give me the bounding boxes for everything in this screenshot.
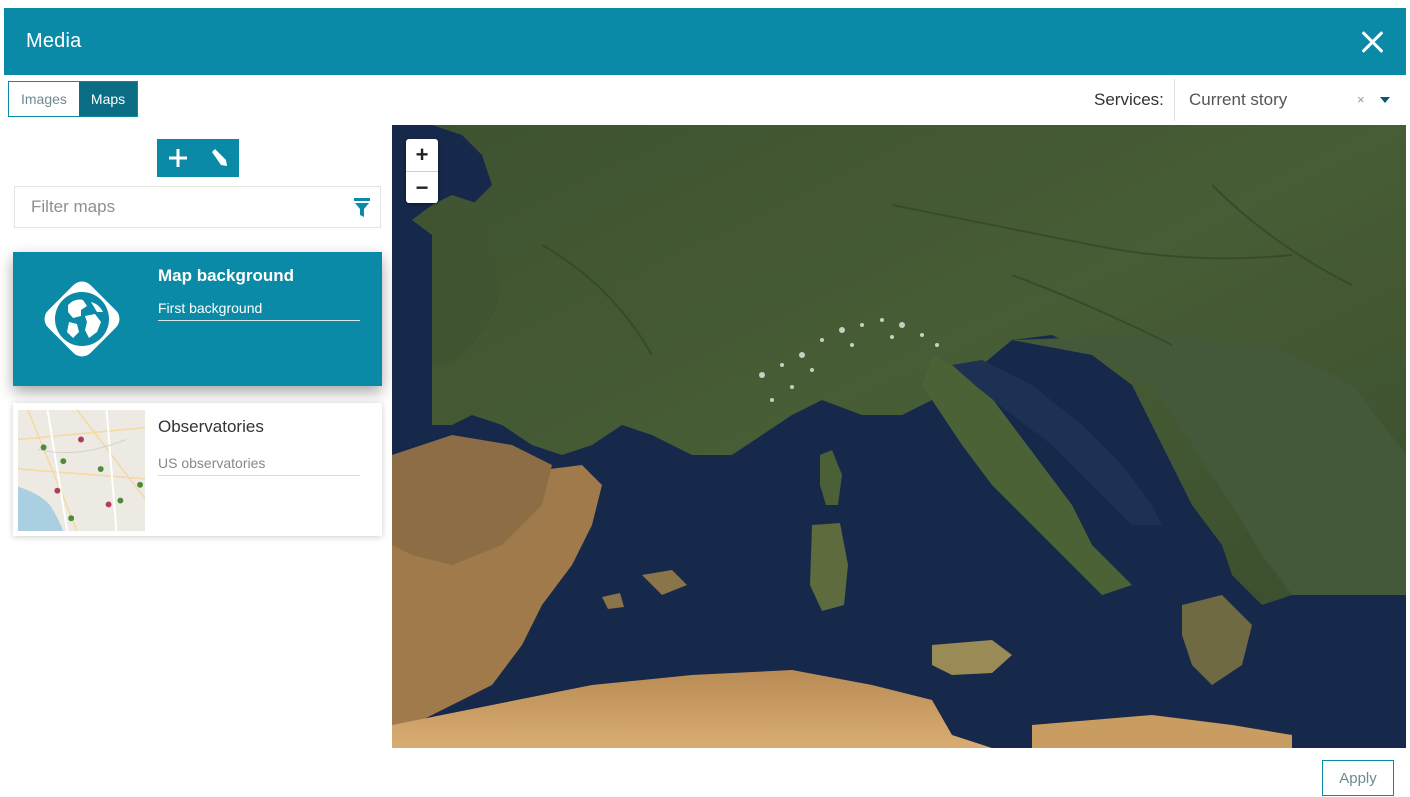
maps-sidebar: Map background First background: [4, 125, 392, 755]
map-preview[interactable]: + −: [392, 125, 1406, 748]
zoom-control: + −: [406, 139, 438, 203]
map-card-description[interactable]: US observatories: [158, 455, 360, 476]
map-card-description[interactable]: First background: [158, 300, 360, 321]
add-map-button[interactable]: [157, 139, 198, 177]
close-icon[interactable]: [1358, 28, 1386, 56]
apply-button[interactable]: Apply: [1322, 760, 1394, 796]
tab-maps[interactable]: Maps: [78, 82, 138, 116]
satellite-map-image: [392, 125, 1406, 748]
filter-maps-input[interactable]: [15, 188, 335, 226]
edit-map-button[interactable]: [198, 139, 239, 177]
dialog-title: Media: [26, 30, 82, 52]
map-card-thumbnail: [13, 403, 150, 537]
tab-images[interactable]: Images: [9, 82, 79, 116]
services-selected-value: Current story: [1189, 90, 1288, 109]
services-label: Services:: [1094, 90, 1164, 109]
map-card-thumbnail: [13, 252, 150, 386]
zoom-out-button[interactable]: −: [406, 171, 438, 203]
map-card-body: Observatories US observatories: [150, 403, 370, 536]
dialog-header: Media: [4, 8, 1406, 75]
pencil-icon: [211, 149, 227, 166]
map-card-body: Map background First background: [150, 252, 370, 386]
map-card-map-background[interactable]: Map background First background: [13, 252, 382, 386]
map-thumbnail: [18, 409, 145, 531]
map-actions: [157, 139, 239, 177]
filter-maps: [14, 186, 381, 228]
zoom-in-button[interactable]: +: [406, 139, 438, 171]
map-card-title: Observatories: [158, 417, 264, 436]
clear-selection-icon[interactable]: ×: [1357, 92, 1365, 107]
tab-group: Images Maps: [8, 81, 139, 117]
plus-icon: [168, 149, 187, 167]
map-card-observatories[interactable]: Observatories US observatories: [13, 403, 382, 536]
globe-map-icon: [44, 281, 119, 357]
toolbar: Images Maps Services: Current story ×: [4, 75, 1406, 125]
services-select[interactable]: Current story ×: [1174, 79, 1404, 121]
media-dialog: Media Images Maps Services: Current stor…: [4, 8, 1406, 797]
map-card-title: Map background: [158, 266, 295, 285]
chevron-down-icon[interactable]: [1380, 97, 1390, 103]
filter-icon[interactable]: [354, 198, 370, 218]
